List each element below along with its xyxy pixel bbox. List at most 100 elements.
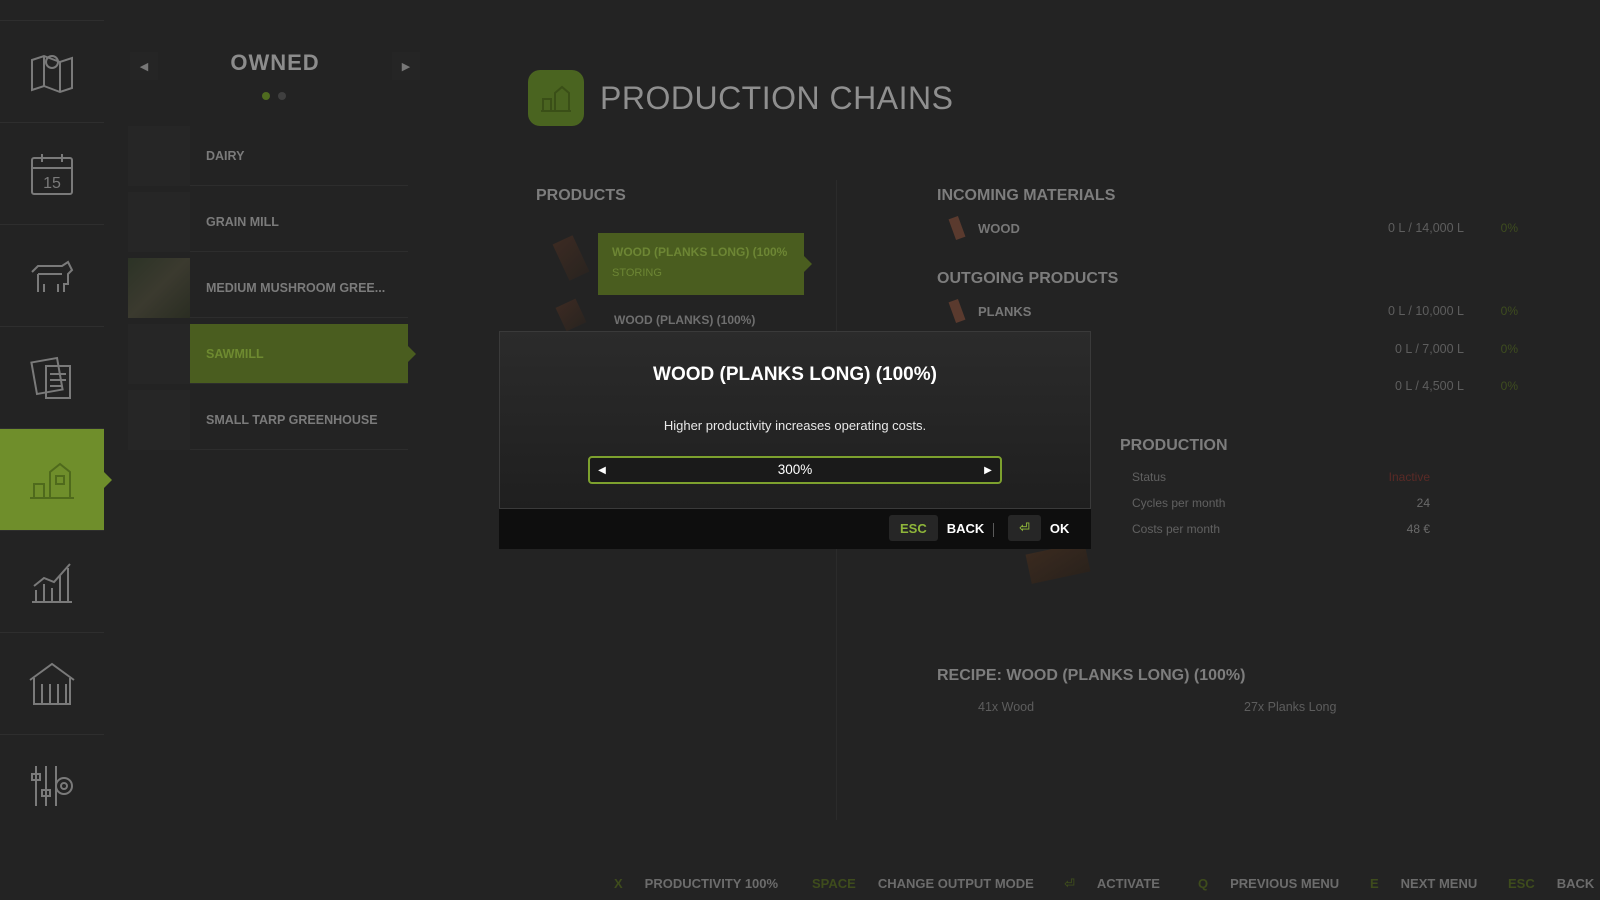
material-capacity: 0 L / 7,000 L: [1394, 342, 1464, 356]
page-dot[interactable]: [278, 92, 286, 100]
chart-icon: [32, 562, 72, 603]
stat-value: 48 €: [1406, 522, 1430, 536]
productivity-dialog: WOOD (PLANKS LONG) (100%) Higher product…: [499, 331, 1091, 549]
product-item-planks-long[interactable]: WOOD (PLANKS LONG) (100% STORING: [598, 233, 812, 295]
planks-icon: [948, 298, 966, 324]
products-title: PRODUCTS: [536, 187, 626, 204]
owned-item-label: DAIRY: [190, 126, 408, 186]
incoming-title: INCOMING MATERIALS: [937, 187, 1116, 204]
material-percent: 0%: [1500, 342, 1518, 356]
owned-header: ◀ OWNED ▶: [130, 44, 420, 84]
owned-list: DAIRY GRAIN MILL MEDIUM MUSHROOM GREE...…: [128, 126, 416, 456]
material-percent: 0%: [1500, 221, 1518, 235]
hint-label: NEXT MENU: [1400, 876, 1478, 891]
map-icon: [31, 54, 73, 93]
owned-thumbnail: [128, 324, 190, 384]
screen: 15 ◀ OWNED ▶ DAIRY GRAIN MILL MEDIUM MUS…: [0, 0, 1600, 900]
hint-label: CHANGE OUTPUT MODE: [877, 876, 1034, 891]
hint-productivity[interactable]: X PRODUCTIVITY 100%: [614, 876, 778, 891]
productivity-stepper[interactable]: ◀ 300% ▶: [588, 456, 1002, 484]
hint-key: ⏎: [1064, 876, 1075, 891]
owned-thumbnail: [128, 192, 190, 252]
enter-key-badge: ⏎: [1008, 515, 1041, 541]
recipe-output: 27x Planks Long: [1244, 700, 1337, 714]
production-cycles-row: Cycles per month 24: [1120, 490, 1440, 516]
rail-item-calendar[interactable]: 15: [0, 122, 104, 224]
stepper-increase-button[interactable]: ▶: [976, 458, 1000, 482]
planks-long-icon: [552, 235, 590, 281]
settings-icon: [31, 765, 73, 806]
hint-key: Q: [1198, 876, 1209, 891]
production-icon: [30, 462, 74, 499]
outgoing-title: OUTGOING PRODUCTS: [937, 270, 1119, 287]
cow-icon: [31, 260, 74, 292]
page-dot[interactable]: [262, 92, 270, 100]
stat-label: Cycles per month: [1132, 496, 1226, 510]
hint-label: BACK: [1556, 876, 1595, 891]
rail-item-map[interactable]: [0, 20, 104, 122]
hint-change-output[interactable]: SPACE CHANGE OUTPUT MODE: [812, 876, 1034, 891]
product-item-planks[interactable]: WOOD (PLANKS) (100%): [614, 313, 755, 327]
stepper-decrease-button[interactable]: ◀: [590, 458, 614, 482]
production-title: PRODUCTION: [1120, 437, 1228, 454]
back-label: BACK: [946, 520, 985, 536]
hint-back[interactable]: ESC BACK: [1508, 876, 1594, 891]
product-name: WOOD (PLANKS LONG) (100%: [612, 245, 788, 259]
production-status-row: Status Inactive: [1120, 464, 1440, 490]
owned-next-button[interactable]: ▶: [392, 52, 420, 80]
production-stats: Status Inactive Cycles per month 24 Cost…: [1120, 464, 1440, 542]
hint-key: SPACE: [812, 876, 856, 891]
esc-key-badge: ESC: [889, 515, 938, 541]
rail-item-production[interactable]: [0, 428, 112, 530]
hint-key: ESC: [1508, 876, 1535, 891]
recipe-input: 41x Wood: [978, 700, 1035, 714]
material-capacity: 0 L / 14,000 L: [1388, 221, 1464, 235]
rail-item-finances[interactable]: [0, 632, 104, 734]
dialog-footer: ESC BACK ⏎ OK: [499, 509, 1091, 549]
back-button[interactable]: ESC BACK: [889, 515, 984, 541]
footer-separator: [993, 523, 994, 537]
page-dots: [262, 87, 294, 105]
rail-item-statistics[interactable]: [0, 530, 104, 632]
hint-key: X: [614, 876, 623, 891]
hint-next-menu[interactable]: E NEXT MENU: [1370, 876, 1477, 891]
input-hints-bar: X PRODUCTIVITY 100% SPACE CHANGE OUTPUT MO…: [0, 872, 1600, 896]
hint-label: PREVIOUS MENU: [1230, 876, 1340, 891]
dialog-body: WOOD (PLANKS LONG) (100%) Higher product…: [499, 331, 1091, 509]
owned-item-small-tarp-greenhouse[interactable]: SMALL TARP GREENHOUSE: [128, 390, 408, 450]
hint-activate[interactable]: ⏎ ACTIVATE: [1064, 876, 1160, 892]
svg-text:15: 15: [43, 175, 61, 192]
ok-button[interactable]: ⏎ OK: [1008, 515, 1069, 541]
owned-item-mushroom-greenhouse[interactable]: MEDIUM MUSHROOM GREE...: [128, 258, 408, 318]
hint-previous-menu[interactable]: Q PREVIOUS MENU: [1198, 876, 1339, 891]
main-menu-rail: 15: [0, 20, 112, 850]
ok-label: OK: [1049, 520, 1070, 536]
rail-item-contracts[interactable]: [0, 326, 104, 428]
owned-item-dairy[interactable]: DAIRY: [128, 126, 408, 186]
barn-icon: [29, 662, 75, 705]
owned-thumbnail: [128, 390, 190, 450]
owned-item-label: SMALL TARP GREENHOUSE: [190, 390, 408, 450]
owned-item-grain-mill[interactable]: GRAIN MILL: [128, 192, 408, 252]
rail-item-settings[interactable]: [0, 734, 104, 836]
owned-item-label: SAWMILL: [190, 324, 408, 384]
production-costs-row: Costs per month 48 €: [1120, 516, 1440, 542]
stat-label: Status: [1132, 470, 1167, 484]
material-percent: 0%: [1500, 379, 1518, 393]
stat-value: 24: [1416, 496, 1430, 510]
product-status: STORING: [612, 267, 662, 279]
owned-thumbnail: [128, 126, 190, 186]
material-percent: 0%: [1500, 304, 1518, 318]
hint-label: PRODUCTIVITY 100%: [644, 876, 779, 891]
owned-item-label: MEDIUM MUSHROOM GREE...: [190, 258, 408, 318]
production-chains-icon: [528, 70, 584, 126]
rail-item-animals[interactable]: [0, 224, 104, 326]
material-capacity: 0 L / 10,000 L: [1388, 304, 1464, 318]
planks-icon: [555, 298, 587, 332]
hint-label: ACTIVATE: [1096, 876, 1160, 891]
owned-thumbnail: [128, 258, 190, 318]
material-capacity: 0 L / 4,500 L: [1394, 379, 1464, 393]
dialog-message: Higher productivity increases operating …: [663, 418, 927, 433]
stepper-value: 300%: [777, 462, 813, 477]
owned-item-sawmill[interactable]: SAWMILL: [128, 324, 416, 384]
